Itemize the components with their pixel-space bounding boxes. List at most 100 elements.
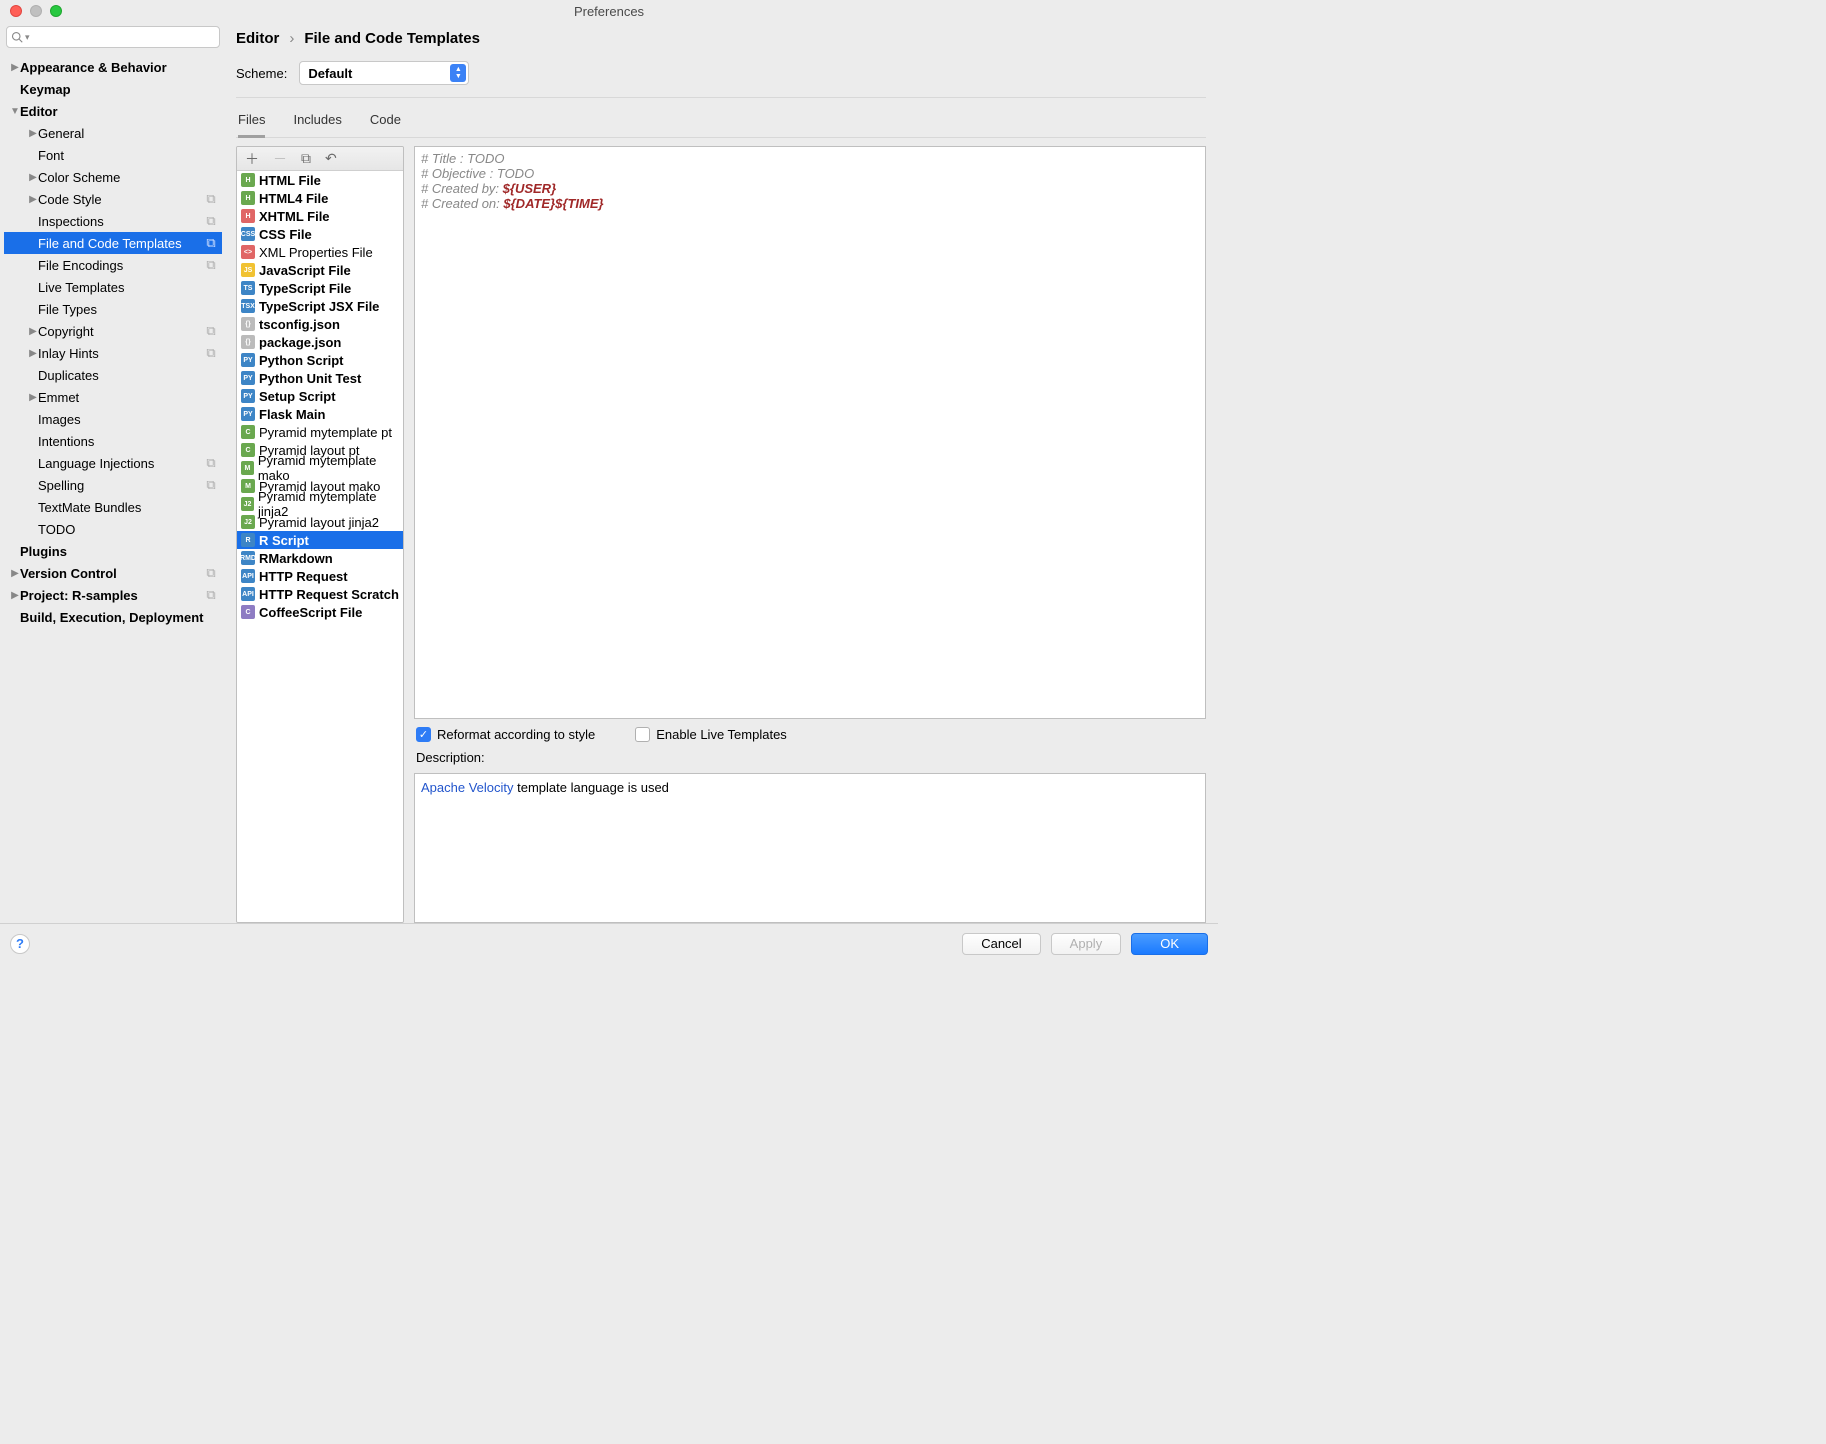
- template-item[interactable]: JSJavaScript File: [237, 261, 403, 279]
- template-item[interactable]: RMDRMarkdown: [237, 549, 403, 567]
- tree-item-label: Build, Execution, Deployment: [20, 610, 218, 625]
- file-type-icon: PY: [241, 353, 255, 367]
- tree-item-label: General: [38, 126, 218, 141]
- cancel-button[interactable]: Cancel: [962, 933, 1040, 955]
- tree-item[interactable]: Images: [4, 408, 222, 430]
- tree-item-label: Font: [38, 148, 218, 163]
- template-item[interactable]: HXHTML File: [237, 207, 403, 225]
- template-item[interactable]: APIHTTP Request Scratch: [237, 585, 403, 603]
- template-item[interactable]: HHTML File: [237, 171, 403, 189]
- tree-item[interactable]: Plugins: [4, 540, 222, 562]
- tab[interactable]: Code: [370, 112, 401, 137]
- tree-item[interactable]: File Encodings⧉: [4, 254, 222, 276]
- tree-item[interactable]: Inspections⧉: [4, 210, 222, 232]
- template-item[interactable]: CSSCSS File: [237, 225, 403, 243]
- file-type-icon: C: [241, 605, 255, 619]
- tree-arrow-icon: ▶: [10, 568, 20, 579]
- template-item[interactable]: TSXTypeScript JSX File: [237, 297, 403, 315]
- remove-button[interactable]: －: [273, 149, 287, 169]
- copy-button[interactable]: ⧉: [301, 150, 311, 167]
- tree-item[interactable]: ▶Copyright⧉: [4, 320, 222, 342]
- template-item[interactable]: PYPython Script: [237, 351, 403, 369]
- file-type-icon: TS: [241, 281, 255, 295]
- description-text: template language is used: [514, 780, 669, 795]
- file-type-icon: API: [241, 569, 255, 583]
- tree-item-label: Emmet: [38, 390, 218, 405]
- file-type-icon: H: [241, 191, 255, 205]
- tree-item[interactable]: Language Injections⧉: [4, 452, 222, 474]
- project-scope-icon: ⧉: [204, 192, 218, 206]
- breadcrumb-root[interactable]: Editor: [236, 30, 279, 47]
- help-button[interactable]: ?: [10, 934, 30, 954]
- project-scope-icon: ⧉: [204, 346, 218, 360]
- tree-item-label: TODO: [38, 522, 218, 537]
- template-editor[interactable]: # Title : TODO# Objective : TODO# Create…: [414, 146, 1206, 719]
- tree-item-label: TextMate Bundles: [38, 500, 218, 515]
- tree-item[interactable]: ▶Code Style⧉: [4, 188, 222, 210]
- tree-item[interactable]: Intentions: [4, 430, 222, 452]
- template-item[interactable]: {}tsconfig.json: [237, 315, 403, 333]
- apply-button[interactable]: Apply: [1051, 933, 1122, 955]
- template-label: HTTP Request: [259, 569, 348, 584]
- tree-item[interactable]: ▶Emmet: [4, 386, 222, 408]
- apache-velocity-link[interactable]: Apache Velocity: [421, 780, 514, 795]
- project-scope-icon: ⧉: [204, 258, 218, 272]
- template-item[interactable]: PYFlask Main: [237, 405, 403, 423]
- template-item[interactable]: PYPython Unit Test: [237, 369, 403, 387]
- template-item[interactable]: J2Pyramid layout jinja2: [237, 513, 403, 531]
- template-label: TypeScript File: [259, 281, 351, 296]
- template-item[interactable]: CCoffeeScript File: [237, 603, 403, 621]
- template-label: XML Properties File: [259, 245, 373, 260]
- tree-item-label: Plugins: [20, 544, 218, 559]
- chevron-down-icon: ▾: [25, 32, 30, 43]
- templates-list: HHTML FileHHTML4 FileHXHTML FileCSSCSS F…: [237, 171, 403, 922]
- enable-live-templates-checkbox[interactable]: Enable Live Templates: [635, 727, 787, 742]
- templates-panel: ＋ － ⧉ ↶ HHTML FileHHTML4 FileHXHTML File…: [236, 146, 404, 923]
- template-item[interactable]: TS TypeScript File: [237, 279, 403, 297]
- template-item[interactable]: PYSetup Script: [237, 387, 403, 405]
- tree-item[interactable]: ▶Project: R-samples⧉: [4, 584, 222, 606]
- tree-item[interactable]: ▶Version Control⧉: [4, 562, 222, 584]
- file-type-icon: TSX: [241, 299, 255, 313]
- template-item[interactable]: J2Pyramid mytemplate jinja2: [237, 495, 403, 513]
- file-type-icon: <>: [241, 245, 255, 259]
- template-item[interactable]: HHTML4 File: [237, 189, 403, 207]
- tree-item[interactable]: TextMate Bundles: [4, 496, 222, 518]
- tree-item[interactable]: Keymap: [4, 78, 222, 100]
- template-label: package.json: [259, 335, 341, 350]
- tree-item[interactable]: ▶General: [4, 122, 222, 144]
- tab[interactable]: Files: [238, 112, 265, 138]
- template-item[interactable]: {}package.json: [237, 333, 403, 351]
- tree-item[interactable]: ▶Color Scheme: [4, 166, 222, 188]
- template-item[interactable]: CPyramid mytemplate pt: [237, 423, 403, 441]
- add-button[interactable]: ＋: [245, 149, 259, 169]
- reformat-checkbox[interactable]: ✓ Reformat according to style: [416, 727, 595, 742]
- tree-item[interactable]: Spelling⧉: [4, 474, 222, 496]
- template-item[interactable]: <> XML Properties File: [237, 243, 403, 261]
- file-type-icon: H: [241, 209, 255, 223]
- file-type-icon: C: [241, 425, 255, 439]
- tree-item[interactable]: TODO: [4, 518, 222, 540]
- scheme-select[interactable]: Default ▲▼: [299, 61, 469, 85]
- file-type-icon: C: [241, 443, 255, 457]
- tree-item[interactable]: File Types: [4, 298, 222, 320]
- tree-item[interactable]: Duplicates: [4, 364, 222, 386]
- window-title: Preferences: [0, 4, 1218, 19]
- template-label: tsconfig.json: [259, 317, 340, 332]
- file-type-icon: H: [241, 173, 255, 187]
- search-input[interactable]: ▾: [6, 26, 220, 48]
- file-type-icon: PY: [241, 389, 255, 403]
- tree-item[interactable]: Font: [4, 144, 222, 166]
- tree-item[interactable]: ▼Editor: [4, 100, 222, 122]
- template-item[interactable]: MPyramid mytemplate mako: [237, 459, 403, 477]
- tree-item[interactable]: Live Templates: [4, 276, 222, 298]
- template-item[interactable]: API HTTP Request: [237, 567, 403, 585]
- revert-button[interactable]: ↶: [325, 150, 337, 167]
- tree-item[interactable]: ▶Inlay Hints⧉: [4, 342, 222, 364]
- tab[interactable]: Includes: [293, 112, 341, 137]
- tree-item[interactable]: ▶Appearance & Behavior: [4, 56, 222, 78]
- tree-item[interactable]: File and Code Templates⧉: [4, 232, 222, 254]
- tree-item[interactable]: Build, Execution, Deployment: [4, 606, 222, 628]
- template-item[interactable]: RR Script: [237, 531, 403, 549]
- ok-button[interactable]: OK: [1131, 933, 1208, 955]
